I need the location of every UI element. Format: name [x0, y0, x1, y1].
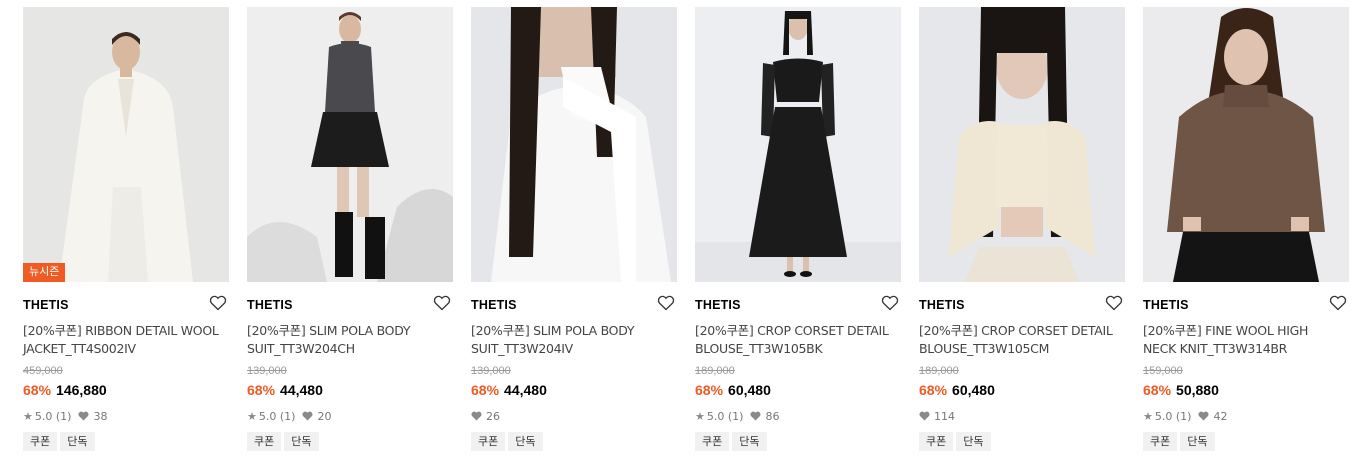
like-count: 38: [93, 409, 108, 423]
product-card[interactable]: THETIS [20%쿠폰] CROP CORSET DETAIL BLOUSE…: [919, 7, 1125, 451]
original-price: 139,000: [471, 365, 511, 377]
product-name[interactable]: [20%쿠폰] CROP CORSET DETAIL BLOUSE_TT3W10…: [695, 322, 895, 358]
heart-filled-icon: [1198, 411, 1209, 421]
discount-rate: 68%: [247, 382, 276, 398]
sale-price: 146,880: [56, 382, 107, 398]
star-icon: ★: [695, 409, 705, 423]
discount-rate: 68%: [695, 382, 724, 398]
new-season-badge: 뉴시즌: [23, 263, 66, 282]
like-count: 42: [1213, 409, 1228, 423]
product-name[interactable]: [20%쿠폰] CROP CORSET DETAIL BLOUSE_TT3W10…: [919, 322, 1119, 358]
heart-filled-icon: [919, 411, 930, 421]
heart-icon[interactable]: [209, 295, 227, 311]
heart-icon[interactable]: [657, 295, 675, 311]
brand-name[interactable]: THETIS: [23, 298, 229, 312]
discount-rate: 68%: [471, 382, 500, 398]
product-name[interactable]: [20%쿠폰] SLIM POLA BODY SUIT_TT3W204CH: [247, 322, 447, 358]
coupon-tag: 쿠폰: [695, 432, 730, 451]
like-count: 86: [765, 409, 780, 423]
like-count: 20: [317, 409, 332, 423]
heart-icon[interactable]: [1329, 295, 1347, 311]
rating-text: 5.0 (1): [706, 409, 744, 423]
original-price: 159,000: [1143, 365, 1183, 377]
product-image[interactable]: [471, 7, 677, 282]
star-icon: ★: [23, 409, 33, 423]
original-price: 189,000: [695, 365, 735, 377]
product-card[interactable]: THETIS [20%쿠폰] CROP CORSET DETAIL BLOUSE…: [695, 7, 901, 451]
product-grid: 뉴시즌 THETIS [20%쿠폰] RIBBON DETAIL WOOL JA…: [23, 7, 1349, 451]
heart-icon[interactable]: [433, 295, 451, 311]
product-card[interactable]: THETIS [20%쿠폰] FINE WOOL HIGH NECK KNIT_…: [1143, 7, 1349, 451]
product-name[interactable]: [20%쿠폰] FINE WOOL HIGH NECK KNIT_TT3W314…: [1143, 322, 1343, 358]
discount-rate: 68%: [23, 382, 52, 398]
like-count: 114: [934, 409, 955, 423]
discount-rate: 68%: [919, 382, 948, 398]
coupon-tag: 쿠폰: [247, 432, 282, 451]
exclusive-tag: 단독: [60, 432, 95, 451]
product-card[interactable]: THETIS [20%쿠폰] SLIM POLA BODY SUIT_TT3W2…: [247, 7, 453, 451]
sale-price: 60,480: [952, 382, 995, 398]
product-card[interactable]: 뉴시즌 THETIS [20%쿠폰] RIBBON DETAIL WOOL JA…: [23, 7, 229, 451]
heart-filled-icon: [78, 411, 89, 421]
exclusive-tag: 단독: [732, 432, 767, 451]
product-image[interactable]: 뉴시즌: [23, 7, 229, 282]
star-icon: ★: [1143, 409, 1153, 423]
heart-filled-icon: [302, 411, 313, 421]
sale-price: 44,480: [504, 382, 547, 398]
rating-text: 5.0 (1): [34, 409, 72, 423]
rating-text: 5.0 (1): [1154, 409, 1192, 423]
heart-filled-icon: [750, 411, 761, 421]
coupon-tag: 쿠폰: [23, 432, 58, 451]
brand-name[interactable]: THETIS: [695, 298, 901, 312]
brand-name[interactable]: THETIS: [247, 298, 453, 312]
discount-rate: 68%: [1143, 382, 1172, 398]
coupon-tag: 쿠폰: [919, 432, 954, 451]
coupon-tag: 쿠폰: [471, 432, 506, 451]
rating-text: 5.0 (1): [258, 409, 296, 423]
brand-name[interactable]: THETIS: [1143, 298, 1349, 312]
product-name[interactable]: [20%쿠폰] SLIM POLA BODY SUIT_TT3W204IV: [471, 322, 671, 358]
coupon-tag: 쿠폰: [1143, 432, 1178, 451]
brand-name[interactable]: THETIS: [471, 298, 677, 312]
original-price: 189,000: [919, 365, 959, 377]
product-image[interactable]: [1143, 7, 1349, 282]
exclusive-tag: 단독: [508, 432, 543, 451]
exclusive-tag: 단독: [1180, 432, 1215, 451]
product-image[interactable]: [919, 7, 1125, 282]
sale-price: 60,480: [728, 382, 771, 398]
like-count: 26: [486, 409, 500, 423]
heart-icon[interactable]: [1105, 295, 1123, 311]
original-price: 139,000: [247, 365, 287, 377]
brand-name[interactable]: THETIS: [919, 298, 1125, 312]
original-price: 459,000: [23, 365, 63, 377]
product-image[interactable]: [247, 7, 453, 282]
star-icon: ★: [247, 409, 257, 423]
exclusive-tag: 단독: [956, 432, 991, 451]
heart-icon[interactable]: [881, 295, 899, 311]
sale-price: 44,480: [280, 382, 323, 398]
exclusive-tag: 단독: [284, 432, 319, 451]
product-card[interactable]: THETIS [20%쿠폰] SLIM POLA BODY SUIT_TT3W2…: [471, 7, 677, 451]
product-name[interactable]: [20%쿠폰] RIBBON DETAIL WOOL JACKET_TT4S00…: [23, 322, 223, 358]
product-image[interactable]: [695, 7, 901, 282]
sale-price: 50,880: [1176, 382, 1219, 398]
heart-filled-icon: [471, 411, 482, 421]
